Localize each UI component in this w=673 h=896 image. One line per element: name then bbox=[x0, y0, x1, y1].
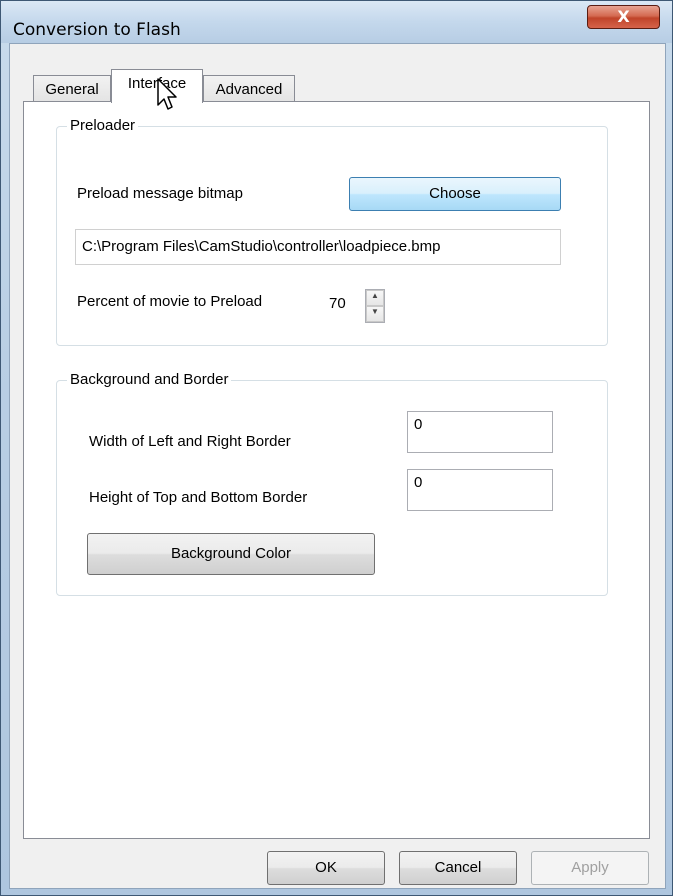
border-height-input[interactable]: 0 bbox=[407, 469, 553, 511]
choose-button-label: Choose bbox=[429, 185, 481, 202]
apply-button[interactable]: Apply bbox=[531, 851, 649, 885]
percent-preload-label: Percent of movie to Preload bbox=[77, 293, 263, 310]
spin-down-icon[interactable]: ▼ bbox=[366, 306, 384, 322]
close-icon: X bbox=[617, 7, 630, 26]
tab-advanced-label: Advanced bbox=[215, 81, 283, 98]
tab-advanced[interactable]: Advanced bbox=[203, 75, 295, 103]
cancel-button[interactable]: Cancel bbox=[399, 851, 517, 885]
tab-general-label: General bbox=[45, 81, 99, 98]
percent-preload-input[interactable]: 70 bbox=[321, 287, 369, 323]
dialog-window: Conversion to Flash X General Interface … bbox=[0, 0, 673, 896]
border-width-input[interactable]: 0 bbox=[407, 411, 553, 453]
ok-button-label: OK bbox=[315, 859, 337, 876]
background-border-group-label: Background and Border bbox=[67, 371, 232, 388]
border-height-label: Height of Top and Bottom Border bbox=[89, 489, 308, 506]
spin-up-icon[interactable]: ▲ bbox=[366, 290, 384, 306]
preloader-group-label: Preloader bbox=[67, 117, 139, 134]
ok-button[interactable]: OK bbox=[267, 851, 385, 885]
tab-panel-interface: Preloader Preload message bitmap Choose … bbox=[23, 101, 650, 839]
background-color-button-label: Background Color bbox=[170, 545, 292, 562]
choose-button[interactable]: Choose bbox=[349, 177, 561, 211]
background-color-button[interactable]: Background Color bbox=[87, 533, 375, 575]
cancel-button-label: Cancel bbox=[434, 859, 482, 876]
border-width-label: Width of Left and Right Border bbox=[89, 433, 291, 450]
preload-bitmap-label: Preload message bitmap bbox=[77, 185, 243, 202]
bitmap-path-field[interactable]: C:\Program Files\CamStudio\controller\lo… bbox=[75, 229, 561, 265]
window-title: Conversion to Flash bbox=[13, 20, 181, 40]
tab-general[interactable]: General bbox=[33, 75, 111, 103]
preloader-group: Preloader Preload message bitmap Choose … bbox=[56, 117, 608, 346]
background-border-group: Background and Border Width of Left and … bbox=[56, 371, 608, 596]
title-bar[interactable]: Conversion to Flash X bbox=[1, 1, 672, 43]
apply-button-label: Apply bbox=[571, 859, 609, 876]
close-button[interactable]: X bbox=[587, 5, 660, 29]
mouse-cursor-icon bbox=[157, 78, 177, 110]
percent-spinner[interactable]: ▲ ▼ bbox=[365, 289, 385, 323]
